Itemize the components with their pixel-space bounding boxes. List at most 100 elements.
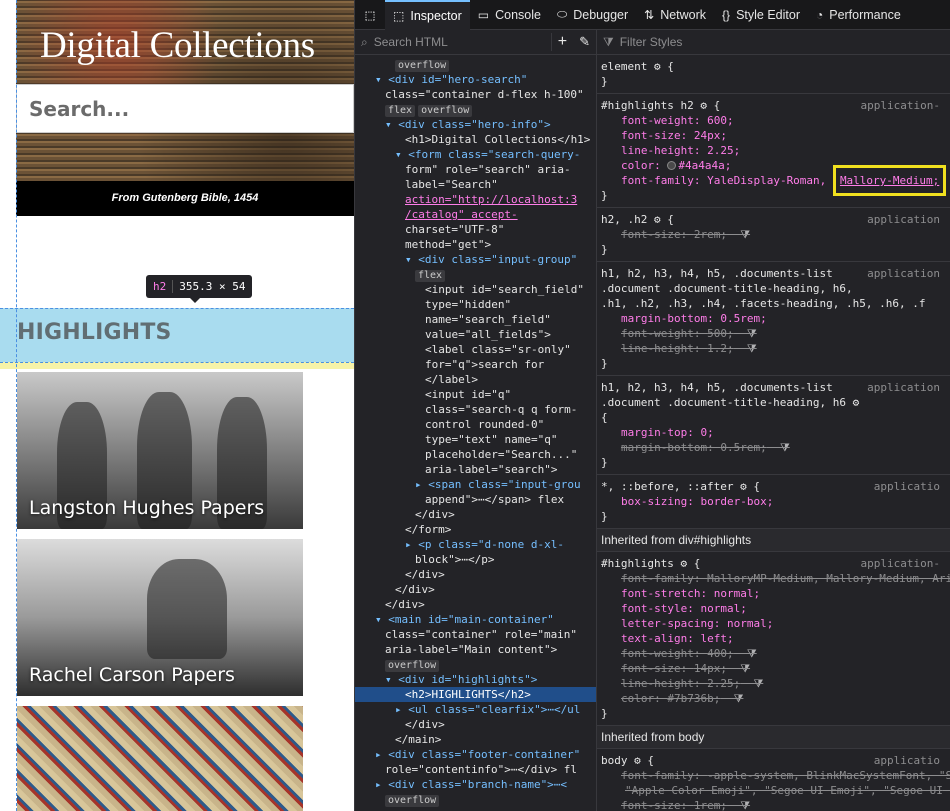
css-rule[interactable]: *, ::before, ::after ⚙ {applicatio box-si… — [597, 475, 950, 529]
color-swatch-icon[interactable] — [667, 161, 677, 170]
filter-icon[interactable]: ⧩ — [727, 228, 750, 241]
markup-node[interactable]: <input id="q" — [355, 387, 596, 402]
markup-node[interactable]: type="hidden" — [355, 297, 596, 312]
markup-node[interactable]: ▾ <div class="hero-info"> — [355, 117, 596, 132]
markup-node[interactable]: ▸ <span class="input-grou — [355, 477, 596, 492]
rule-source-link[interactable]: application- — [861, 556, 940, 571]
eyedropper-icon[interactable]: ✎ — [579, 34, 590, 50]
markup-node[interactable]: </div> — [355, 567, 596, 582]
tab-console[interactable]: ▭ Console — [470, 0, 549, 30]
node-text: /catalog" accept- — [405, 208, 518, 221]
layout-badge[interactable]: overflow — [395, 60, 450, 72]
filter-icon[interactable]: ⧩ — [734, 342, 757, 355]
markup-node[interactable]: name="search_field" — [355, 312, 596, 327]
markup-node[interactable]: </main> — [355, 732, 596, 747]
tab-debugger[interactable]: ⬭ Debugger — [549, 0, 636, 30]
markup-node[interactable]: label="Search" — [355, 177, 596, 192]
search-input[interactable]: Search... — [16, 84, 354, 133]
markup-node[interactable]: class="search-q q form- — [355, 402, 596, 417]
markup-node[interactable]: </div> — [355, 597, 596, 612]
css-rule[interactable]: #highlights h2 ⚙ {application-font-weigh… — [597, 94, 950, 208]
filter-icon[interactable]: ⧩ — [720, 692, 744, 705]
markup-node[interactable]: aria-label="search"> — [355, 462, 596, 477]
markup-node[interactable]: ▸ <p class="d-none d-xl- — [355, 537, 596, 552]
filter-icon[interactable]: ⧩ — [727, 799, 750, 811]
markup-node[interactable]: append">⋯</span> flex — [355, 492, 596, 507]
markup-node[interactable]: ▸ <div class="branch-name">⋯< — [355, 777, 596, 792]
rule-source-link[interactable]: application — [867, 212, 940, 227]
css-rule[interactable]: body ⚙ {applicatio font-family: -apple-sy… — [597, 749, 950, 811]
tab-label: Network — [660, 7, 707, 22]
filter-styles-input[interactable]: Filter Styles — [620, 35, 683, 49]
layout-badge[interactable]: flex — [415, 270, 446, 282]
tab-performance[interactable]: ◔ Performance — [808, 0, 909, 30]
markup-node[interactable]: form" role="search" aria- — [355, 162, 596, 177]
markup-node[interactable]: action="http://localhost:3 — [355, 192, 596, 207]
add-node-icon[interactable]: + — [550, 33, 573, 51]
filter-icon[interactable]: ⧩ — [740, 677, 763, 690]
tab-network[interactable]: ⇅ Network — [636, 0, 714, 30]
filter-icon[interactable]: ⧩ — [767, 441, 790, 454]
markup-node[interactable]: aria-label="Main content"> — [355, 642, 596, 657]
markup-node[interactable]: control rounded-0" — [355, 417, 596, 432]
markup-node[interactable]: value="all_fields"> — [355, 327, 596, 342]
layout-badge[interactable]: overflow — [418, 105, 473, 117]
card-langston-hughes[interactable]: Langston Hughes Papers — [17, 372, 303, 529]
card-manuscript[interactable] — [17, 706, 303, 811]
markup-node[interactable]: for="q">search for — [355, 357, 596, 372]
css-rule[interactable]: h1, h2, h3, h4, h5, .documents-list appli… — [597, 376, 950, 475]
rule-source-link[interactable]: application — [867, 380, 940, 395]
markup-node[interactable]: ▾ <form class="search-query- — [355, 147, 596, 162]
search-html-input[interactable]: Search HTML — [374, 35, 448, 49]
markup-node[interactable]: </label> — [355, 372, 596, 387]
markup-node[interactable]: block">⋯</p> — [355, 552, 596, 567]
markup-node[interactable]: <input id="search_field" — [355, 282, 596, 297]
markup-node[interactable]: </div> — [355, 582, 596, 597]
markup-node[interactable]: overflow — [355, 657, 596, 672]
css-rule[interactable]: h1, h2, h3, h4, h5, .documents-list appli… — [597, 262, 950, 376]
rule-source-link[interactable]: application — [867, 266, 940, 281]
markup-node[interactable]: type="text" name="q" — [355, 432, 596, 447]
card-rachel-carson[interactable]: Rachel Carson Papers — [17, 539, 303, 696]
layout-badge[interactable]: overflow — [385, 660, 440, 672]
markup-node[interactable]: /catalog" accept- — [355, 207, 596, 222]
markup-node[interactable]: ▾ <div class="input-group" — [355, 252, 596, 267]
css-rule[interactable]: #highlights ⚙ {application-font-family: … — [597, 552, 950, 726]
markup-node[interactable]: class="container d-flex h-100" — [355, 87, 596, 102]
markup-node[interactable]: ▾ <div id="hero-search" — [355, 72, 596, 87]
markup-node[interactable]: class="container" role="main" — [355, 627, 596, 642]
markup-node[interactable]: </div> — [355, 507, 596, 522]
markup-node[interactable]: flex overflow — [355, 102, 596, 117]
filter-icon[interactable]: ⧩ — [727, 662, 750, 675]
rule-source-link[interactable]: applicatio — [874, 479, 940, 494]
markup-node[interactable]: <h1>Digital Collections</h1> — [355, 132, 596, 147]
css-rule[interactable]: h2, .h2 ⚙ {application font-size: 2rem; ⧩… — [597, 208, 950, 262]
filter-icon[interactable]: ⧩ — [734, 327, 757, 340]
markup-node[interactable]: <label class="sr-only" — [355, 342, 596, 357]
layout-badge[interactable]: flex — [385, 105, 416, 117]
layout-badge[interactable]: overflow — [385, 795, 440, 807]
markup-node[interactable]: ▾ <main id="main-container" — [355, 612, 596, 627]
filter-icon[interactable]: ⧩ — [943, 784, 950, 797]
tab-inspector[interactable]: ⬚ Inspector — [385, 0, 470, 30]
markup-node[interactable]: overflow — [355, 57, 596, 72]
filter-icon[interactable]: ⧩ — [734, 647, 757, 660]
rule-source-link[interactable]: application- — [861, 98, 940, 113]
markup-node[interactable]: </form> — [355, 522, 596, 537]
element-picker-icon[interactable]: ⬚ — [355, 0, 385, 30]
markup-node[interactable]: overflow — [355, 792, 596, 807]
markup-node[interactable]: placeholder="Search..." — [355, 447, 596, 462]
markup-node[interactable]: </div> — [355, 717, 596, 732]
markup-node[interactable]: charset="UTF-8" — [355, 222, 596, 237]
markup-node[interactable]: role="contentinfo">⋯</div> fl — [355, 762, 596, 777]
network-icon: ⇅ — [644, 7, 655, 22]
tab-style-editor[interactable]: {} Style Editor — [714, 0, 808, 30]
markup-node[interactable]: ▸ <div class="footer-container" — [355, 747, 596, 762]
rule-source-link[interactable]: applicatio — [874, 753, 940, 768]
markup-node[interactable]: ▸ <ul class="clearfix">⋯</ul — [355, 702, 596, 717]
css-rule[interactable]: element ⚙ {} — [597, 55, 950, 94]
markup-node[interactable]: method="get"> — [355, 237, 596, 252]
markup-node[interactable]: ▾ <div id="highlights"> — [355, 672, 596, 687]
selected-node[interactable]: <h2>HIGHLIGHTS</h2> — [355, 687, 596, 702]
markup-node[interactable]: flex — [355, 267, 596, 282]
